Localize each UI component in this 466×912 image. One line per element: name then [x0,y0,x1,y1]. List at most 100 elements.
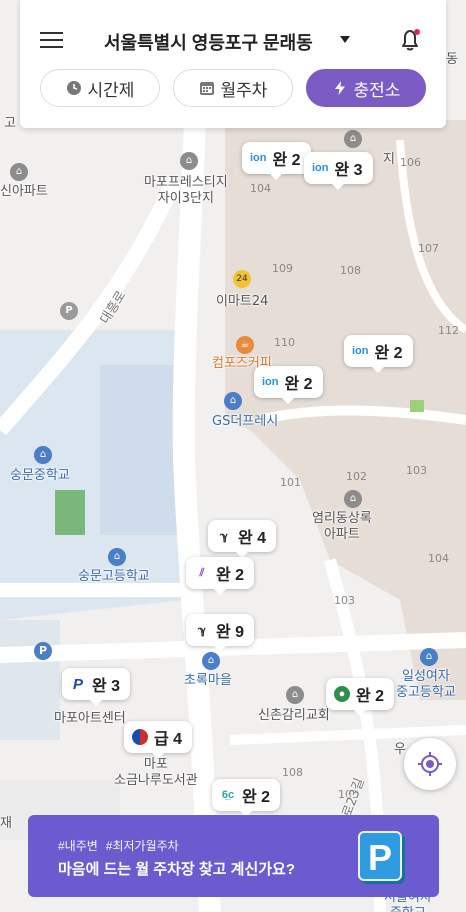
charger-marker[interactable]: ℽ 완 9 [186,614,255,652]
place-chorok[interactable]: 초록마을 [184,673,232,689]
tab-charging[interactable]: 충전소 [306,69,426,107]
tab-label: 시간제 [87,80,135,100]
crosshair-icon [418,752,442,776]
church-icon: ⌂ [286,686,304,704]
place-ilsung[interactable]: 일성여자 중고등학교 [396,669,456,701]
ion-logo-icon: ion [262,376,279,388]
tab-label: 충전소 [353,80,401,100]
emart24-icon: 24 [233,270,251,288]
store-icon: ⌂ [224,392,242,410]
charger-status: 완 4 [238,530,267,547]
top-bar: 서울특별시 영등포구 문래동 시간제 월주차 충전소 [20,0,446,128]
charger-marker[interactable]: ● 완 2 [326,678,395,716]
charger-status: 완 2 [284,376,313,393]
chevron-down-icon[interactable] [340,36,350,43]
place-sungmun-high[interactable]: 숭문고등학교 [78,569,150,585]
school-icon: ⌂ [108,548,126,566]
place-go: 고 [4,116,16,131]
place-sinchon-church[interactable]: 신촌감리교회 [258,708,330,724]
p-logo-icon: P [72,675,83,693]
ion-logo-icon: ion [352,345,369,357]
lightning-icon [332,80,348,96]
banner-tag: #최저가월주차 [105,839,179,853]
charger-status: 완 9 [216,624,245,641]
map-view[interactable]: 신아파트 고 ⌂ ⌂ 마포프레스티지 자이3단지 104 106 지 ⌂ 동 1… [0,0,466,912]
building-number: 112 [438,324,459,337]
building-number: 101 [280,476,301,489]
chargev-logo-icon: ℽ [219,530,228,543]
place-mapo-library[interactable]: 마포 소금나루도서관 [114,757,198,789]
building-icon: ⌂ [344,490,362,508]
calendar-icon [199,80,215,96]
place-dong: 동 [446,52,458,67]
location-selector[interactable]: 서울특별시 영등포구 문래동 [104,29,313,55]
place-jae: 재 [0,816,12,831]
charger-marker[interactable]: ⫽ 완 2 [186,557,255,595]
school-icon: ⌂ [34,446,52,464]
building-number: 110 [274,336,295,349]
charger-marker[interactable]: 6̲c 완 2 [212,779,281,817]
building-number: 107 [418,242,439,255]
building-number: 102 [346,470,367,483]
charger-marker[interactable]: 급 4 [124,721,193,759]
charger-marker[interactable]: ion 완 2 [254,366,323,404]
place-yeomni[interactable]: 염리동상록 아파트 [312,511,372,543]
ion-logo-icon: ion [250,152,267,164]
charger-marker[interactable]: P 완 3 [62,668,131,706]
banner-message: 마음에 드는 월 주차장 찾고 계신가요? [58,861,296,878]
banner-tags: #내주변 #최저가월주차 [58,837,187,854]
place-ji: 지 [383,152,395,167]
school-icon: ⌂ [420,648,438,666]
building-icon: ⌂ [10,163,28,181]
charger-status: 완 2 [216,567,245,584]
building-icon: ⌂ [344,130,362,148]
building-number: 106 [400,156,421,169]
building-number: 103 [334,594,355,607]
current-location-button[interactable] [404,738,456,790]
bell-icon[interactable] [396,26,424,54]
map-canvas [0,0,466,912]
ev-logo-icon: 6̲c [221,789,235,801]
charger-marker[interactable]: ion 완 3 [304,152,373,190]
charger-marker[interactable]: ion 완 2 [344,335,413,373]
building-number: 108 [282,766,303,779]
charger-status: 급 4 [154,731,183,748]
charger-status: 완 2 [356,688,385,705]
stripes-logo-icon: ⫽ [199,566,205,579]
building-number: 109 [272,262,293,275]
charger-marker[interactable]: ℽ 완 4 [208,520,277,558]
charger-marker[interactable]: ion 완 2 [242,142,311,180]
place-gs[interactable]: GS더프레시 [212,414,278,430]
place-sungmun-middle[interactable]: 숭문중학교 [10,468,70,484]
place-emart24[interactable]: 이마트24 [216,294,268,310]
building-number: 104 [250,182,271,195]
ion-logo-icon: ion [312,162,329,174]
parking-icon: P [60,302,78,320]
place-sinapt[interactable]: 신아파트 [0,184,48,200]
charger-status: 완 3 [92,678,121,695]
building-number: 108 [340,264,361,277]
charger-status: 완 2 [374,345,403,362]
charger-status: 완 2 [242,789,271,806]
place-mapo-art[interactable]: 마포아트센터 [54,711,126,727]
building-number: 104 [428,552,449,565]
menu-icon[interactable] [40,30,64,50]
tab-monthly[interactable]: 월주차 [173,69,293,107]
parking-icon: P [34,642,52,660]
shop-icon: ⌂ [202,652,220,670]
cafe-icon: ☕ [236,336,254,354]
building-icon: ⌂ [180,152,198,170]
charger-status: 완 2 [272,152,301,169]
tab-hourly[interactable]: 시간제 [40,69,160,107]
korea-logo-icon [132,729,148,745]
tab-label: 월주차 [220,80,268,100]
building-number: 103 [406,464,427,477]
charger-status: 완 3 [334,162,363,179]
parking-badge-icon: P [358,831,402,881]
clock-icon [66,80,82,96]
promo-banner[interactable]: #내주변 #최저가월주차 마음에 드는 월 주차장 찾고 계신가요? P [28,815,439,897]
green-logo-icon: ● [334,686,350,702]
banner-tag: #내주변 [58,839,98,853]
chargev-logo-icon: ℽ [197,624,206,637]
place-mapo-prestige[interactable]: 마포프레스티지 자이3단지 [144,175,228,207]
